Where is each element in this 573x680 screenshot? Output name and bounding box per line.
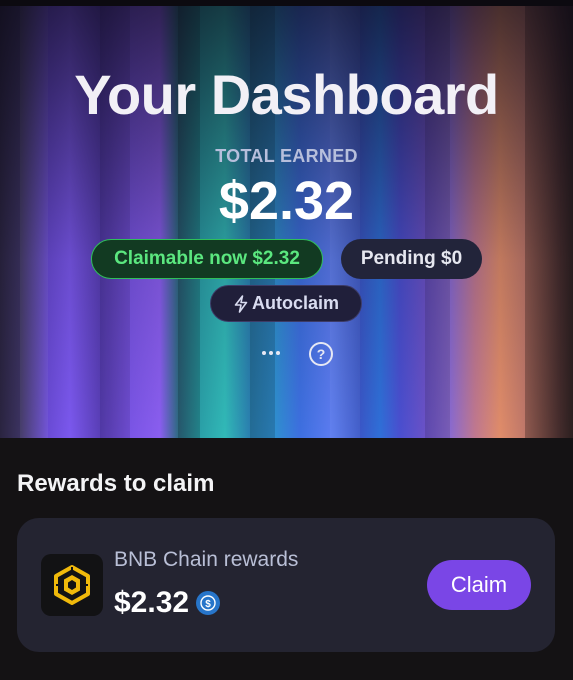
help-glyph: ? (316, 346, 326, 362)
reward-name: BNB Chain rewards (114, 548, 299, 571)
total-earned-value: $2.32 (218, 171, 355, 231)
pending-badge: Pending $0 (341, 239, 482, 279)
rewards-section-title: Rewards to claim (17, 470, 215, 497)
usdc-icon: $ (196, 591, 221, 615)
pending-badge-label: Pending $0 (360, 248, 463, 269)
help-circle-icon[interactable]: ? (309, 342, 333, 366)
dashboard-hero: Your Dashboard TOTAL EARNED $2.32 Claima… (0, 0, 573, 438)
autoclaim-label: Autoclaim (251, 293, 339, 313)
reward-amount-value: $2.32 (114, 586, 190, 619)
more-dots-icon[interactable] (258, 342, 284, 364)
reward-card: BNB Chain rewards $2.32 $ Claim (17, 518, 555, 652)
total-earned-label: TOTAL EARNED (215, 146, 358, 166)
lightning-icon (234, 294, 248, 313)
top-bar (0, 0, 573, 6)
claim-button[interactable]: Claim (427, 560, 531, 610)
claimable-badge: Claimable now $2.32 (91, 239, 323, 279)
autoclaim-button[interactable]: Autoclaim (210, 285, 362, 322)
bnb-chain-icon (41, 554, 103, 616)
svg-text:$: $ (205, 599, 211, 610)
reward-amount: $2.32 $ (114, 586, 221, 620)
page-title: Your Dashboard (74, 63, 499, 126)
claimable-badge-label: Claimable now $2.32 (114, 248, 300, 269)
